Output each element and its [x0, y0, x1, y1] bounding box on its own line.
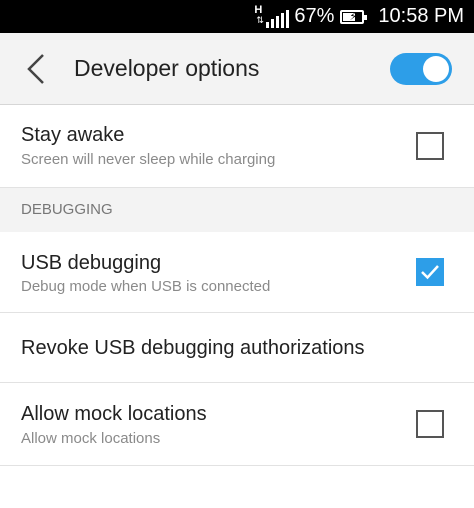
setting-stay-awake[interactable]: Stay awake Screen will never sleep while…	[0, 106, 474, 188]
setting-allow-mock-locations[interactable]: Allow mock locations Allow mock location…	[0, 383, 474, 466]
battery-icon: ⚡	[340, 9, 368, 24]
battery-percent: 67%	[294, 5, 335, 27]
setting-usb-debugging[interactable]: USB debugging Debug mode when USB is con…	[0, 232, 474, 313]
status-bar: H ⇅ 67% ⚡ 10:58 PM	[0, 0, 474, 33]
debugging-header-label: DEBUGGING	[21, 201, 113, 218]
section-header-debugging: DEBUGGING	[0, 188, 474, 232]
usb-debugging-summary: Debug mode when USB is connected	[21, 278, 271, 295]
toggle-knob	[423, 56, 449, 82]
stay-awake-summary: Screen will never sleep while charging	[21, 151, 276, 168]
page-title: Developer options	[74, 55, 260, 81]
signal-icon: H ⇅	[254, 3, 290, 28]
usb-debugging-label: USB debugging	[21, 252, 162, 274]
chevron-left-icon	[27, 54, 44, 84]
app-bar: Developer options	[0, 33, 474, 105]
setting-revoke-usb-authorizations[interactable]: Revoke USB debugging authorizations	[0, 313, 474, 383]
developer-options-toggle[interactable]	[390, 53, 452, 85]
stay-awake-checkbox[interactable]	[416, 132, 444, 160]
back-button[interactable]	[18, 49, 58, 89]
mock-locations-checkbox[interactable]	[416, 410, 444, 438]
mock-locations-summary: Allow mock locations	[21, 430, 161, 447]
usb-debugging-checkbox[interactable]	[416, 258, 444, 286]
mock-locations-label: Allow mock locations	[21, 403, 207, 425]
network-type: H	[254, 3, 263, 16]
data-activity-icon: ⇅	[256, 14, 264, 25]
stay-awake-label: Stay awake	[21, 124, 125, 146]
revoke-usb-label: Revoke USB debugging authorizations	[21, 337, 365, 359]
checkmark-icon	[421, 265, 439, 280]
clock: 10:58 PM	[378, 5, 464, 27]
charging-bolt-icon: ⚡	[349, 10, 358, 23]
